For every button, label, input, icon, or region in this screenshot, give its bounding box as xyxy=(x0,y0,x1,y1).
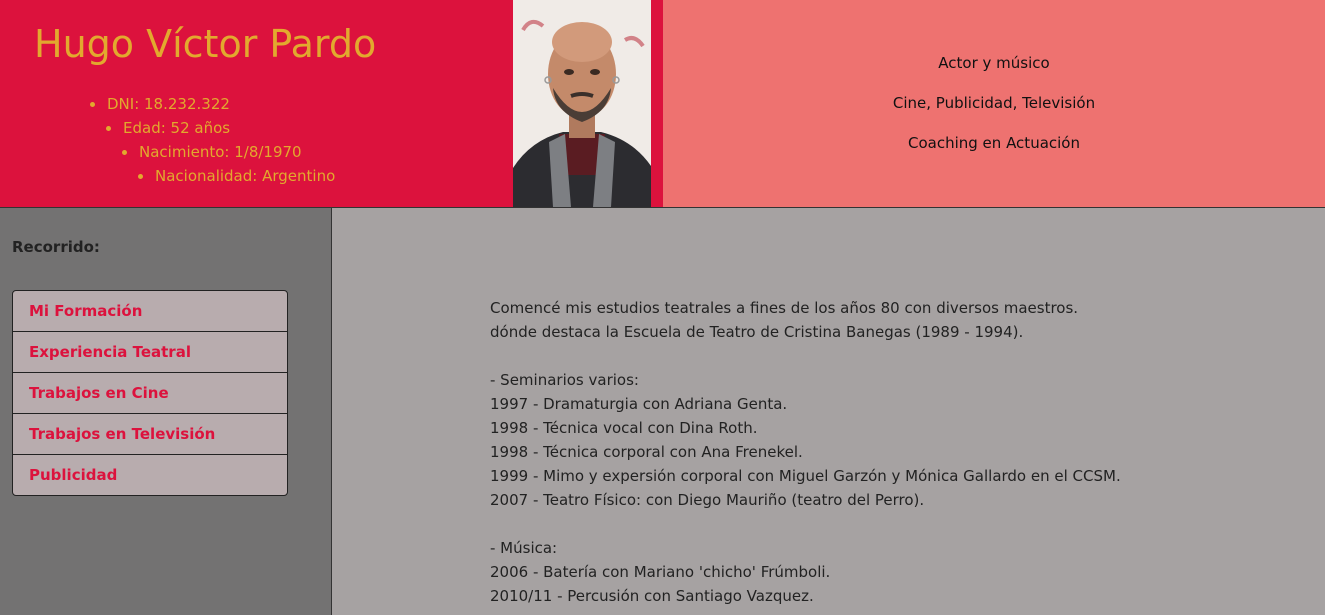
sidebar-item-cine[interactable]: Trabajos en Cine xyxy=(13,373,287,414)
sidebar: Recorrido: Mi Formación Experiencia Teat… xyxy=(0,208,332,615)
content-line: 2007 - Teatro Físico: con Diego Mauriño … xyxy=(490,491,925,509)
page-title: Hugo Víctor Pardo xyxy=(34,22,377,66)
content-line: 1997 - Dramaturgia con Adriana Genta. xyxy=(490,395,788,413)
content-line: 1998 - Técnica corporal con Ana Frenekel… xyxy=(490,443,803,461)
content-line: 2010/11 - Percusión con Santiago Vazquez… xyxy=(490,587,814,605)
profile-photo xyxy=(513,0,651,207)
sidebar-item-formacion[interactable]: Mi Formación xyxy=(13,291,287,332)
personal-facts-list: DNI: 18.232.322 Edad: 52 años Nacimiento… xyxy=(90,92,335,188)
content-line: dónde destaca la Escuela de Teatro de Cr… xyxy=(490,323,1024,341)
main-content: Comencé mis estudios teatrales a fines d… xyxy=(490,296,1290,608)
section-heading-musica: - Música: xyxy=(490,539,558,557)
sidebar-item-experiencia-teatral[interactable]: Experiencia Teatral xyxy=(13,332,287,373)
sidebar-menu: Mi Formación Experiencia Teatral Trabajo… xyxy=(12,290,288,496)
fact-age: Edad: 52 años xyxy=(106,116,335,140)
fact-birth: Nacimiento: 1/8/1970 xyxy=(122,140,335,164)
tagline-profession: Actor y músico xyxy=(938,54,1050,72)
fact-dni: DNI: 18.232.322 xyxy=(90,92,335,116)
sidebar-heading: Recorrido: xyxy=(12,238,100,256)
section-heading-seminarios: - Seminarios varios: xyxy=(490,371,639,389)
content-line: 1998 - Técnica vocal con Dina Roth. xyxy=(490,419,758,437)
fact-nationality: Nacionalidad: Argentino xyxy=(138,164,335,188)
header: Hugo Víctor Pardo DNI: 18.232.322 Edad: … xyxy=(0,0,1325,208)
content-line: 2006 - Batería con Mariano 'chicho' Frúm… xyxy=(490,563,831,581)
content-line: 1999 - Mimo y expersión corporal con Mig… xyxy=(490,467,1121,485)
content-line: Comencé mis estudios teatrales a fines d… xyxy=(490,299,1079,317)
profile-taglines: Actor y músico Cine, Publicidad, Televis… xyxy=(663,54,1325,174)
sidebar-item-publicidad[interactable]: Publicidad xyxy=(13,455,287,495)
tagline-media: Cine, Publicidad, Televisión xyxy=(892,94,1096,112)
sidebar-item-television[interactable]: Trabajos en Televisión xyxy=(13,414,287,455)
tagline-coaching: Coaching en Actuación xyxy=(908,134,1080,152)
